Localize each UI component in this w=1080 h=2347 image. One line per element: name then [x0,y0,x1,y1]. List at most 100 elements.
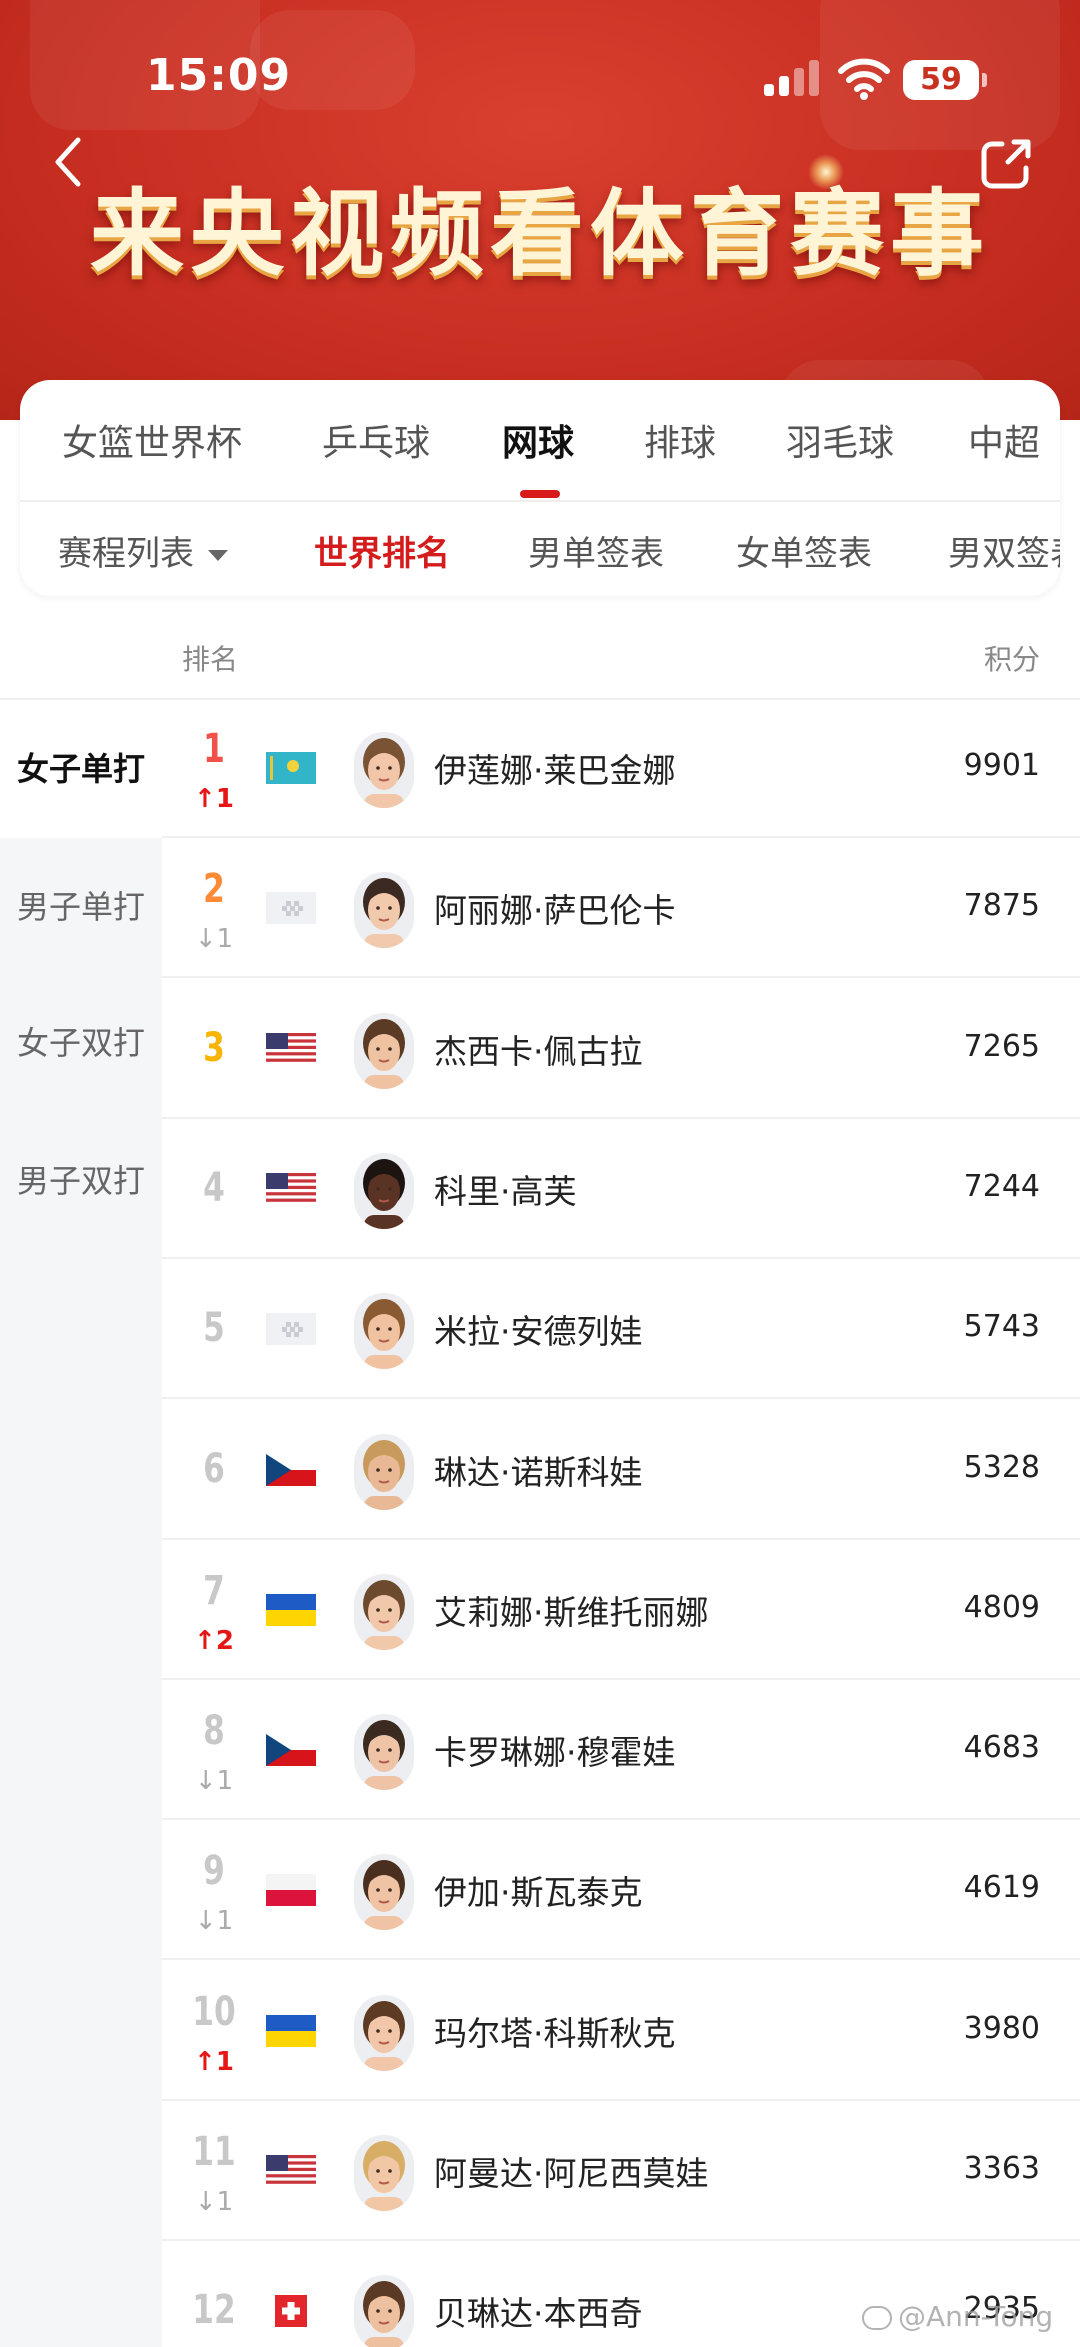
ranking-row[interactable]: 2 ↓1 阿丽娜·萨巴伦卡 7875 [162,840,1080,978]
player-name: 阿丽娜·萨巴伦卡 [434,891,676,930]
rank-number: 3 [203,1025,225,1071]
subtab-mens-singles-draw[interactable]: 男单签表 [528,526,664,575]
rank-up-indicator: ↑2 [194,1626,234,1656]
ranking-row[interactable]: 4 科里·高芙 7244 [162,1121,1080,1259]
category-womens-singles[interactable]: 女子单打 [0,700,162,838]
rank-number: 6 [203,1446,225,1492]
czech-flag [266,1454,316,1486]
player-avatar [354,1293,414,1369]
active-tab-indicator [520,490,560,498]
rank-number: 10 [192,1989,236,2035]
rank-up-indicator: ↑1 [194,2047,234,2077]
rank-number: 12 [192,2287,236,2333]
weibo-icon [862,2306,892,2330]
player-points: 7875 [963,888,1040,923]
player-avatar [354,1013,414,1089]
sparkle-decoration [808,154,844,190]
cellular-signal-icon [764,60,820,96]
rank-down-indicator: ↓1 [194,924,234,954]
column-header-rank: 排名 [182,643,239,676]
player-avatar [354,1995,414,2071]
tab-card: 女篮世界杯 乒乓球 网球 排球 羽毛球 中超 赛程列表 世界排名 男单签表 女单… [20,380,1060,596]
rank-up-indicator: ↑1 [194,784,234,814]
table-header: 排名 积分 [0,612,1080,700]
tab-csl[interactable]: 中超 [968,414,1040,466]
rank-down-indicator: ↓1 [194,1766,234,1796]
ranking-row[interactable]: 5 米拉·安德列娃 5743 [162,1261,1080,1399]
ukraine-flag [266,2015,316,2047]
rank-number: 11 [192,2129,236,2175]
ranking-row[interactable]: 8 ↓1 卡罗琳娜·穆霍娃 4683 [162,1682,1080,1820]
wifi-icon [838,58,890,100]
rank-number: 1 [203,726,225,772]
player-points: 5743 [963,1309,1040,1344]
tab-badminton[interactable]: 羽毛球 [786,414,894,466]
player-avatar [354,1434,414,1510]
status-time: 15:09 [146,50,292,101]
player-avatar [354,2275,414,2347]
header-banner: 15:09 59 来央视频看体育赛事 [0,0,1080,420]
rank-down-indicator: ↓1 [194,2187,234,2217]
usa-flag [266,1033,316,1065]
player-name: 伊加·斯瓦泰克 [434,1873,643,1912]
poland-flag [266,1874,316,1906]
ranking-row[interactable]: 7 ↑2 艾莉娜·斯维托丽娜 4809 [162,1542,1080,1680]
player-points: 4683 [963,1730,1040,1765]
ranking-row[interactable]: 10 ↑1 玛尔塔·科斯秋克 3980 [162,1963,1080,2101]
ranking-row[interactable]: 1 ↑1 伊莲娜·莱巴金娜 9901 [162,700,1080,838]
player-name: 艾莉娜·斯维托丽娜 [434,1593,709,1632]
ranking-row[interactable]: 6 琳达·诺斯科娃 5328 [162,1402,1080,1540]
banner-title: 来央视频看体育赛事 [89,179,990,289]
czech-flag [266,1734,316,1766]
player-avatar [354,1854,414,1930]
neutral-flag [266,1313,316,1345]
player-name: 科里·高芙 [434,1172,577,1211]
player-points: 3980 [963,2011,1040,2046]
ranking-row[interactable]: 3 杰西卡·佩古拉 7265 [162,981,1080,1119]
category-mens-doubles[interactable]: 男子双打 [0,1136,162,1226]
category-mens-singles[interactable]: 男子单打 [0,862,162,952]
watermark-text: @Ann-Tong [898,2300,1054,2333]
player-name: 玛尔塔·科斯秋克 [434,2014,676,2053]
subtab-schedule[interactable]: 赛程列表 [58,526,228,575]
tab-tennis[interactable]: 网球 [502,414,574,466]
usa-flag [266,1173,316,1205]
tab-table-tennis[interactable]: 乒乓球 [322,414,430,466]
player-name: 阿曼达·阿尼西莫娃 [434,2154,709,2193]
rank-down-indicator: ↓1 [194,1906,234,1936]
rank-number: 4 [203,1165,225,1211]
rank-number: 2 [203,866,225,912]
switzerland-flag [266,2295,316,2327]
ranking-row[interactable]: 11 ↓1 阿曼达·阿尼西莫娃 3363 [162,2103,1080,2241]
watermark: @Ann-Tong [862,2300,1053,2333]
player-avatar [354,732,414,808]
tab-volleyball[interactable]: 排球 [644,414,716,466]
rank-number: 8 [203,1708,225,1754]
subtab-world-ranking[interactable]: 世界排名 [314,526,450,575]
player-avatar [354,1714,414,1790]
subtab-mens-doubles-draw[interactable]: 男双签表 [948,526,1060,575]
dropdown-caret-icon [208,550,228,561]
category-womens-doubles[interactable]: 女子双打 [0,998,162,1088]
rank-number: 9 [203,1848,225,1894]
player-points: 4809 [963,1590,1040,1625]
kazakhstan-flag [266,752,316,784]
tab-womens-basketball-world-cup[interactable]: 女篮世界杯 [62,414,242,466]
player-points: 3363 [963,2151,1040,2186]
player-name: 卡罗琳娜·穆霍娃 [434,1733,676,1772]
column-header-points: 积分 [983,643,1040,676]
ukraine-flag [266,1594,316,1626]
player-name: 伊莲娜·莱巴金娜 [434,751,676,790]
battery-indicator: 59 [903,60,987,100]
player-name: 琳达·诺斯科娃 [434,1453,643,1492]
player-points: 7244 [963,1169,1040,1204]
rank-number: 5 [203,1305,225,1351]
ranking-row[interactable]: 9 ↓1 伊加·斯瓦泰克 4619 [162,1822,1080,1960]
player-points: 7265 [963,1029,1040,1064]
player-points: 4619 [963,1870,1040,1905]
subtab-womens-singles-draw[interactable]: 女单签表 [736,526,872,575]
tab-divider [20,500,1060,502]
usa-flag [266,2155,316,2187]
player-points: 5328 [963,1450,1040,1485]
player-avatar [354,1574,414,1650]
